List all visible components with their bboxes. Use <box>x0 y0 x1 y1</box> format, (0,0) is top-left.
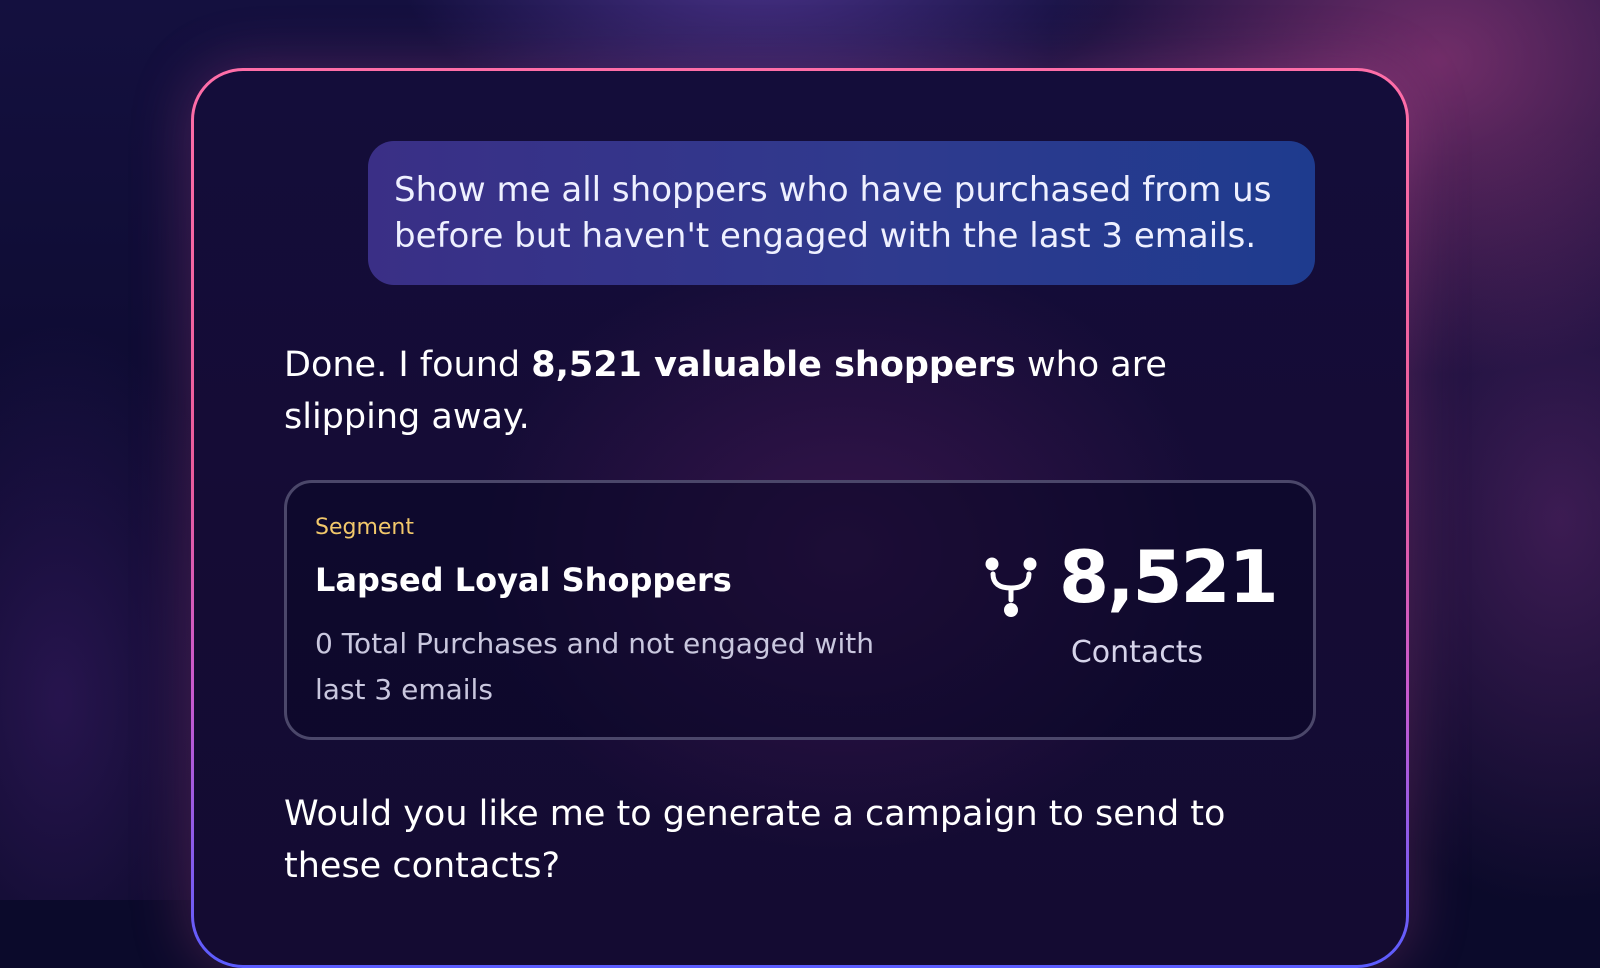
assistant-intro-highlight: 8,521 valuable shoppers <box>531 345 1016 385</box>
user-message-bubble: Show me all shoppers who have purchased … <box>368 141 1315 285</box>
segment-title: Lapsed Loyal Shoppers <box>315 561 732 599</box>
assistant-response-intro: Done. I found 8,521 valuable shoppers wh… <box>284 339 1304 443</box>
assistant-question: Would you like me to generate a campaign… <box>284 794 1226 886</box>
segment-label: Segment <box>315 515 414 540</box>
segment-description: 0 Total Purchases and not engaged with l… <box>315 627 874 706</box>
user-message-text: Show me all shoppers who have purchased … <box>394 170 1272 256</box>
segment-contact-count: 8,521 <box>1059 535 1279 619</box>
segment-card[interactable]: Segment Lapsed Loyal Shoppers 0 Total Pu… <box>284 480 1316 740</box>
assistant-intro-prefix: Done. I found <box>284 345 532 385</box>
branch-merge-icon <box>985 557 1037 617</box>
segment-contact-label: Contacts <box>1070 635 1204 670</box>
